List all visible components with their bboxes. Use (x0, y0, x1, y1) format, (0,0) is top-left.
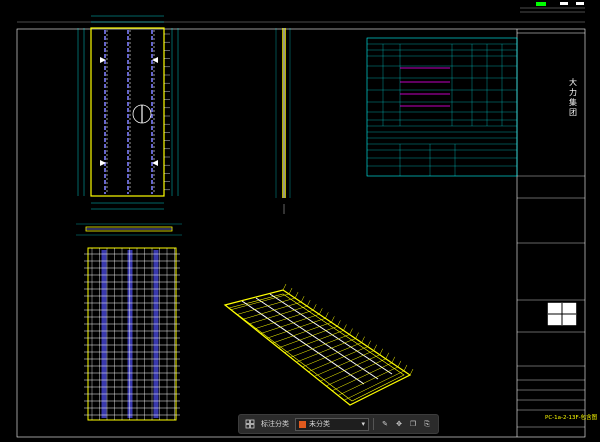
iso-transverse-bar (302, 342, 362, 368)
plan-view[interactable] (77, 15, 179, 210)
category-select-value: 未分类 (309, 420, 330, 428)
iso-transverse-bar (308, 346, 368, 372)
iso-bar-end (349, 328, 353, 335)
side-elevation[interactable] (275, 28, 291, 214)
iso-bar-end (282, 283, 287, 291)
layers-icon[interactable] (243, 417, 257, 431)
plan-ticks (164, 33, 170, 191)
iso-bar-end (337, 320, 341, 327)
title-block (517, 175, 585, 428)
iso-transverse-bar (278, 326, 338, 349)
iso-transverse-bar (349, 374, 411, 406)
isometric-view[interactable] (223, 283, 414, 406)
iso-transverse-bar (224, 289, 284, 306)
iso-bar-end (373, 344, 377, 351)
iso-bar-end (361, 336, 365, 343)
annotation-toolbar: 标注分类 未分类 ▾ ✎ ✥ ❐ ⎘ (238, 414, 439, 434)
iso-bar-end (385, 352, 390, 359)
iso-bar-end (288, 287, 293, 295)
rebar-layout-view[interactable] (84, 247, 180, 421)
copy-icon[interactable]: ❐ (406, 417, 420, 431)
chevron-down-icon: ▾ (361, 420, 365, 428)
plan-rebars-inner (106, 30, 155, 194)
iso-transverse-bar (266, 318, 326, 339)
move-icon[interactable]: ✥ (392, 417, 406, 431)
iso-bar-end (294, 291, 299, 299)
drawing-code: PC-1a-2-13F-包含图 (545, 415, 598, 421)
iso-transverse-bar (284, 330, 344, 353)
iso-bar-end (379, 348, 383, 355)
category-select[interactable]: 未分类 ▾ (295, 417, 369, 431)
iso-bar-end (343, 324, 347, 331)
rebar-schedule-table[interactable] (366, 37, 518, 177)
company-name-vertical: 大力集团 (569, 78, 577, 117)
plan-rebars (104, 30, 153, 194)
iso-bar-end (325, 312, 329, 319)
iso-transverse-bar (337, 366, 399, 396)
edit-icon[interactable]: ✎ (378, 417, 392, 431)
iso-bar-end (397, 360, 402, 368)
cad-drawing-canvas[interactable] (0, 0, 600, 442)
iso-rebars (241, 293, 393, 385)
annotation-category-label: 标注分类 (261, 420, 289, 428)
iso-bar-end (331, 316, 335, 323)
category-color-swatch (299, 420, 306, 428)
iso-bar-end (391, 356, 396, 363)
toolbar-divider (373, 418, 374, 430)
iso-bar-end (355, 332, 359, 339)
iso-bar-end (300, 296, 305, 303)
iso-transverse-bar (320, 354, 380, 382)
top-right-markers (17, 2, 585, 23)
lifting-point-markers (100, 57, 158, 166)
iso-bar-end (409, 368, 414, 376)
iso-transverse-bar (332, 362, 392, 391)
iso-bar-end (403, 364, 408, 372)
iso-transverse-bar (343, 370, 405, 401)
iso-transverse-bar (272, 322, 332, 344)
iso-transverse-bar (314, 350, 374, 377)
iso-transverse-bar (326, 358, 386, 387)
iso-bar-end (367, 340, 371, 347)
iso-bar-end (306, 300, 311, 307)
iso-bar-end (319, 308, 323, 315)
iso-bar-end (313, 304, 317, 311)
plan-section-strip[interactable] (76, 223, 182, 236)
paste-icon[interactable]: ⎘ (420, 417, 434, 431)
